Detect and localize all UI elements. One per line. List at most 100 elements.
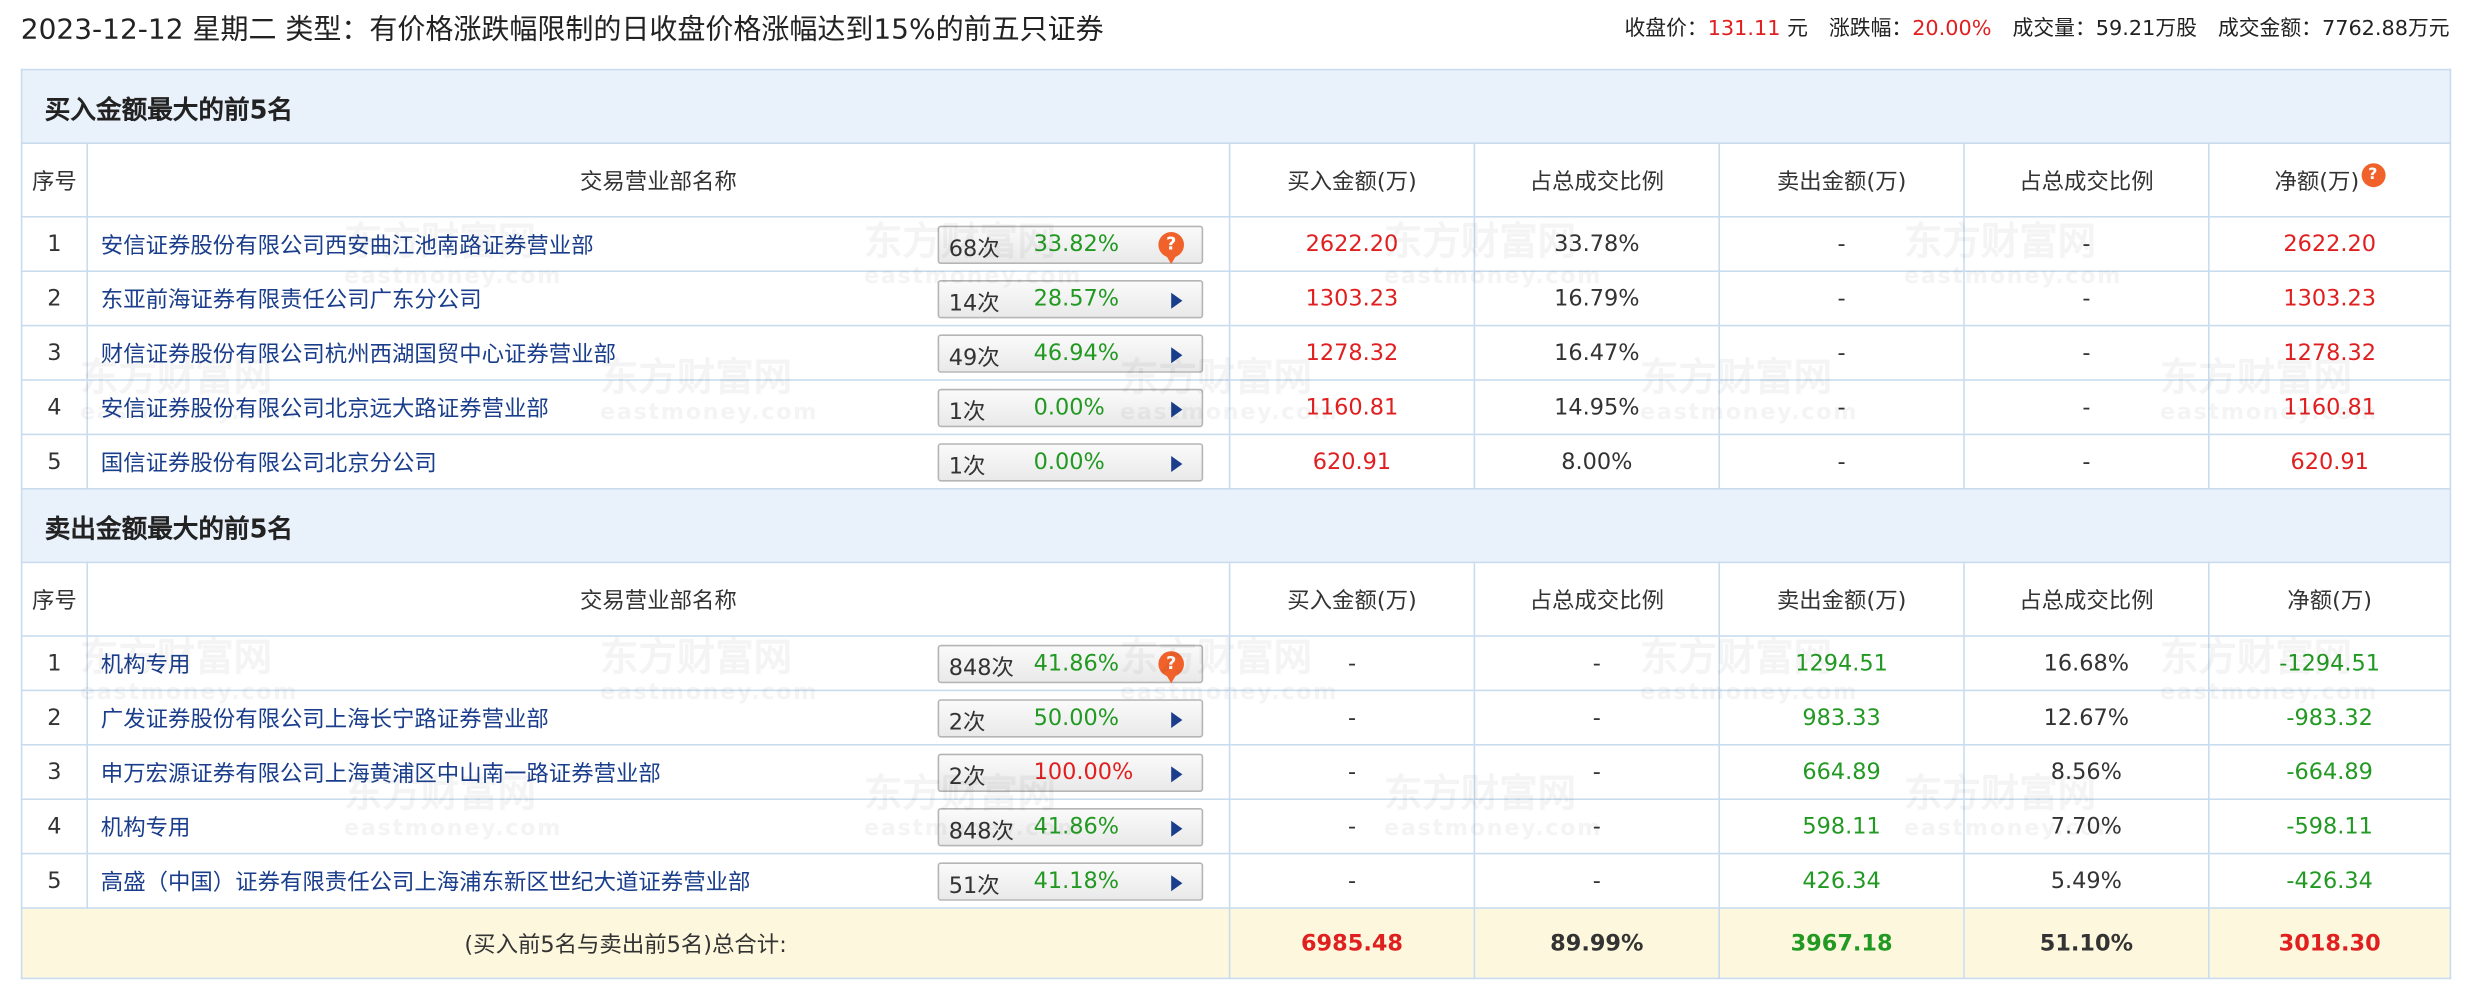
row-seq: 4	[20, 379, 89, 436]
date-text: 2023-12-12	[20, 14, 184, 47]
broker-name-link[interactable]: 机构专用	[101, 652, 191, 678]
buy-ratio: 33.78%	[1473, 216, 1721, 273]
arrow-right-icon[interactable]	[1171, 875, 1183, 892]
broker-name-link[interactable]: 国信证券股份有限公司北京分公司	[101, 450, 437, 476]
broker-stats-badge[interactable]: 2次 50.00%	[937, 699, 1204, 738]
broker-name-link[interactable]: 机构专用	[101, 815, 191, 841]
sell-ratio: 7.70%	[1963, 798, 2210, 855]
arrow-right-icon[interactable]	[1171, 766, 1183, 783]
column-header-name: 交易营业部名称	[86, 561, 1231, 637]
table-row: 5 高盛（中国）证券有限责任公司上海浦东新区世纪大道证券营业部 51次 41.18% -…	[20, 852, 2452, 909]
broker-name-cell: 财信证券股份有限公司杭州西湖国贸中心证券营业部 49次 46.94%	[86, 324, 1231, 381]
broker-name-cell: 机构专用 848次 41.86%	[86, 798, 1231, 855]
broker-name-link[interactable]: 安信证券股份有限公司西安曲江池南路证券营业部	[101, 233, 594, 259]
arrow-right-icon[interactable]	[1171, 347, 1183, 364]
weekday-text: 星期二	[192, 14, 277, 47]
broker-stats-badge[interactable]: 49次 46.94%	[937, 334, 1204, 373]
trade-count: 2次	[948, 764, 986, 791]
buy-ratio: -	[1473, 635, 1721, 692]
column-header-label: 占总成交比例	[1529, 588, 1664, 614]
sell-amount: -	[1718, 270, 1965, 327]
section-title: 买入金额最大的前5名	[20, 68, 2452, 144]
total-sell: 3967.18	[1718, 907, 1965, 980]
column-header-label: 净额(万)	[2274, 169, 2360, 196]
broker-stats-badge[interactable]: 848次 41.86%?	[937, 644, 1204, 684]
win-rate: 41.18%	[1033, 868, 1120, 895]
sell-amount: -	[1718, 379, 1965, 436]
net-amount: 2622.20	[2207, 216, 2452, 273]
trade-count: 49次	[948, 345, 1000, 372]
total-net: 3018.30	[2207, 907, 2452, 980]
arrow-right-icon[interactable]	[1171, 820, 1183, 837]
sell-ratio: 8.56%	[1963, 743, 2210, 801]
net-amount: 1303.23	[2207, 270, 2452, 327]
column-header-label: 卖出金额(万)	[1776, 168, 1907, 195]
arrow-right-icon[interactable]	[1171, 456, 1183, 472]
win-rate: 28.57%	[1033, 286, 1120, 312]
broker-name-link[interactable]: 东亚前海证券有限责任公司广东分公司	[101, 287, 482, 313]
buy-amount: 2622.20	[1228, 216, 1476, 273]
table-row: 2 东亚前海证券有限责任公司广东分公司 14次 28.57% 1303.23 16.79%…	[20, 270, 2452, 327]
stock-summary: 收盘价：131.11 元 涨跌幅：20.00% 成交量：59.21万股 成交金额…	[1624, 11, 2450, 42]
close-value: 131.11	[1707, 17, 1781, 42]
broker-name-cell: 申万宏源证券有限公司上海黄浦区中山南一路证券营业部 2次 100.00%	[86, 743, 1231, 801]
column-header-buy_ratio: 占总成交比例	[1473, 561, 1721, 637]
sell-amount: -	[1718, 324, 1965, 381]
broker-name-link[interactable]: 财信证券股份有限公司杭州西湖国贸中心证券营业部	[101, 342, 616, 368]
buy-amount: 1278.32	[1228, 324, 1476, 381]
question-bubble-icon[interactable]: ?	[1158, 232, 1184, 265]
broker-name-cell: 安信证券股份有限公司西安曲江池南路证券营业部 68次 33.82%?	[86, 216, 1231, 273]
broker-name-link[interactable]: 广发证券股份有限公司上海长宁路证券营业部	[101, 706, 549, 732]
sell-amount: 426.34	[1718, 852, 1965, 909]
column-header-buy: 买入金额(万)	[1228, 142, 1476, 218]
column-header-sell_ratio: 占总成交比例	[1963, 142, 2210, 218]
trade-count: 51次	[948, 873, 1000, 900]
close-label: 收盘价：	[1624, 17, 1708, 42]
row-seq: 3	[20, 743, 89, 801]
trade-count: 848次	[948, 819, 1014, 845]
question-bubble-icon[interactable]: ?	[1158, 651, 1184, 684]
total-buy-ratio: 89.99%	[1473, 907, 1721, 980]
sell-amount: 664.89	[1718, 743, 1965, 801]
column-header-name: 交易营业部名称	[86, 142, 1231, 218]
win-rate: 100.00%	[1033, 760, 1134, 786]
column-header-label: 占总成交比例	[1529, 168, 1664, 195]
amount-value: 7762.88万元	[2321, 17, 2450, 42]
column-header-label: 交易营业部名称	[580, 588, 737, 614]
row-seq: 5	[20, 852, 89, 909]
column-header-label: 买入金额(万)	[1287, 168, 1417, 195]
table-row: 4 机构专用 848次 41.86% - -598.11 7.70% -598.11	[20, 798, 2452, 855]
broker-name-link[interactable]: 申万宏源证券有限公司上海黄浦区中山南一路证券营业部	[101, 761, 661, 787]
broker-name-link[interactable]: 高盛（中国）证券有限责任公司上海浦东新区世纪大道证券营业部	[101, 870, 751, 896]
row-seq: 2	[20, 270, 89, 327]
arrow-right-icon[interactable]	[1171, 712, 1183, 728]
total-label: (买入前5名与卖出前5名)总合计:	[20, 907, 1231, 980]
net-amount: -664.89	[2207, 743, 2452, 801]
row-seq: 5	[20, 433, 89, 490]
column-header-row: 序号 交易营业部名称 买入金额(万) 占总成交比例 卖出金额(万) 占总成交比例 净额(万)…	[20, 142, 2452, 218]
column-header-label: 占总成交比例	[2019, 168, 2154, 195]
broker-stats-badge[interactable]: 14次 28.57%	[937, 280, 1204, 319]
broker-stats-badge[interactable]: 848次 41.86%	[937, 808, 1204, 847]
broker-name-link[interactable]: 安信证券股份有限公司北京远大路证券营业部	[101, 396, 549, 422]
table-row: 4 安信证券股份有限公司北京远大路证券营业部 1次 0.00% 1160.81 14.95…	[20, 379, 2452, 436]
column-header-label: 净额(万)	[2287, 588, 2372, 614]
buy-ratio: 14.95%	[1473, 379, 1721, 436]
sell-ratio: -	[1963, 270, 2210, 327]
arrow-right-icon[interactable]	[1171, 401, 1183, 418]
column-header-net: 净额(万)?	[2207, 142, 2452, 218]
broker-stats-badge[interactable]: 51次 41.18%	[937, 862, 1204, 901]
broker-stats-badge[interactable]: 1次 0.00%	[937, 443, 1204, 482]
broker-stats-badge[interactable]: 1次 0.00%	[937, 388, 1204, 428]
column-header-sell_ratio: 占总成交比例	[1963, 561, 2210, 637]
change-label: 涨跌幅：	[1828, 17, 1913, 42]
broker-stats-badge[interactable]: 68次 33.82%?	[937, 225, 1204, 265]
net-amount: 1160.81	[2207, 379, 2452, 436]
page-title: 2023-12-12 星期二 类型：有价格涨跌幅限制的日收盘价格涨幅达到15%的…	[21, 8, 1104, 48]
sell-ratio: 5.49%	[1963, 852, 2210, 909]
column-header-label: 序号	[32, 588, 77, 614]
arrow-right-icon[interactable]	[1171, 292, 1183, 309]
broker-stats-badge[interactable]: 2次 100.00%	[937, 753, 1204, 792]
table-row: 5 国信证券股份有限公司北京分公司 1次 0.00% 620.91 8.00% - -620.…	[20, 433, 2452, 490]
help-icon[interactable]: ?	[2360, 163, 2385, 188]
